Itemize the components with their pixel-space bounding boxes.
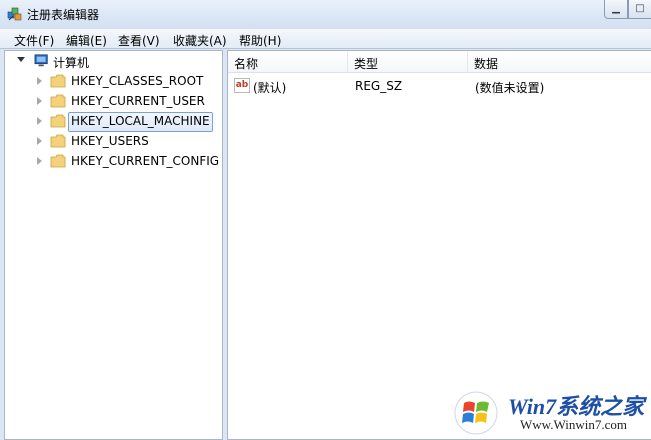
expand-arrow-icon[interactable]	[37, 117, 42, 125]
string-value-icon: ab	[234, 78, 250, 93]
maximize-button[interactable]: □	[628, 0, 651, 19]
tree-node-hkey-current-user[interactable]: HKEY_CURRENT_USER	[5, 93, 220, 111]
site-watermark: Win7系统之家 Www.Winwin7.com	[452, 385, 651, 440]
tree-node-computer[interactable]: 计算机	[5, 53, 205, 71]
value-data: (数值未设置)	[475, 81, 545, 95]
windows-logo-icon	[454, 391, 498, 435]
computer-icon	[34, 54, 48, 67]
column-header-type[interactable]: 类型	[348, 51, 468, 73]
collapse-arrow-icon[interactable]	[17, 57, 25, 62]
window-title: 注册表编辑器	[27, 8, 100, 22]
title-bar[interactable]: 注册表编辑器 ▁ □	[0, 0, 651, 29]
expand-arrow-icon[interactable]	[37, 97, 42, 105]
expand-arrow-icon[interactable]	[37, 137, 42, 145]
menu-favorites[interactable]: 收藏夹(A)	[173, 32, 227, 49]
tree-label: HKEY_CLASSES_ROOT	[71, 74, 204, 88]
menu-help[interactable]: 帮助(H)	[239, 32, 281, 49]
column-header-data[interactable]: 数据	[468, 51, 651, 73]
expand-arrow-icon[interactable]	[37, 77, 42, 85]
value-name[interactable]: (默认)	[253, 79, 286, 96]
menu-edit[interactable]: 编辑(E)	[66, 32, 107, 49]
tree-label: HKEY_LOCAL_MACHINE	[71, 114, 210, 128]
tree-label-computer: 计算机	[53, 56, 90, 70]
menu-file[interactable]: 文件(F)	[14, 32, 54, 49]
values-list[interactable]: 名称 类型 数据 ab (默认) REG_SZ (数值未设置)	[227, 50, 651, 440]
tree-node-hkey-current-config[interactable]: HKEY_CURRENT_CONFIG	[5, 153, 220, 171]
tree-label: HKEY_USERS	[71, 134, 149, 148]
folder-icon	[50, 134, 66, 148]
registry-tree[interactable]: 计算机 HKEY_CLASSES_ROOT HKEY_CURRENT_USER …	[4, 50, 223, 440]
tree-node-hkey-local-machine[interactable]: HKEY_LOCAL_MACHINE	[5, 113, 220, 131]
watermark-url: Www.Winwin7.com	[520, 417, 627, 432]
tree-node-hkey-classes-root[interactable]: HKEY_CLASSES_ROOT	[5, 73, 220, 91]
minimize-button[interactable]: ▁	[604, 0, 628, 19]
tree-label: HKEY_CURRENT_CONFIG	[71, 154, 220, 168]
regedit-icon	[7, 7, 22, 21]
menu-bar: 文件(F) 编辑(E) 查看(V) 收藏夹(A) 帮助(H)	[0, 29, 651, 49]
tree-label: HKEY_CURRENT_USER	[71, 94, 205, 108]
tree-node-hkey-users[interactable]: HKEY_USERS	[5, 133, 220, 151]
folder-icon	[50, 74, 66, 88]
folder-icon	[50, 94, 66, 108]
folder-icon	[50, 154, 66, 168]
expand-arrow-icon[interactable]	[37, 157, 42, 165]
folder-icon	[50, 114, 66, 128]
column-header-name[interactable]: 名称	[228, 51, 348, 73]
value-type: REG_SZ	[355, 79, 403, 93]
menu-view[interactable]: 查看(V)	[118, 32, 160, 49]
